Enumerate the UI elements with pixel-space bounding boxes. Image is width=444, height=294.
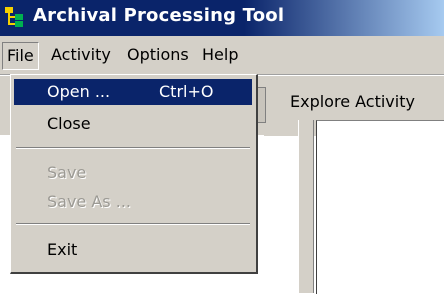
menu-item-exit[interactable]: Exit <box>14 237 252 263</box>
right-pane[interactable] <box>316 120 444 294</box>
menu-separator <box>16 223 250 225</box>
menu-item-save: Save <box>14 160 252 186</box>
close-label: Close <box>47 114 91 133</box>
file-menu-dropdown: Open ... Ctrl+O Close Save Save As ... E… <box>10 74 258 274</box>
app-tree-icon <box>5 7 23 27</box>
pane-splitter[interactable] <box>298 120 314 293</box>
menu-options[interactable]: Options <box>123 42 193 68</box>
title-bar: Archival Processing Tool <box>0 0 444 36</box>
exit-label: Exit <box>47 240 78 259</box>
menu-file[interactable]: File <box>2 42 39 70</box>
save-as-label: Save As ... <box>47 192 131 211</box>
menu-activity[interactable]: Activity <box>47 42 115 68</box>
menu-item-save-as: Save As ... <box>14 189 252 215</box>
window-title: Archival Processing Tool <box>33 5 285 26</box>
save-label: Save <box>47 163 87 182</box>
menu-item-close[interactable]: Close <box>14 111 252 137</box>
open-label: Open ... <box>47 82 111 101</box>
menu-item-open[interactable]: Open ... Ctrl+O <box>14 79 252 105</box>
open-shortcut: Ctrl+O <box>159 82 214 101</box>
menu-bar: File Activity Options Help <box>0 36 444 75</box>
menu-separator <box>16 147 250 149</box>
menu-help[interactable]: Help <box>198 42 242 68</box>
explore-activity-label[interactable]: Explore Activity <box>290 92 415 111</box>
